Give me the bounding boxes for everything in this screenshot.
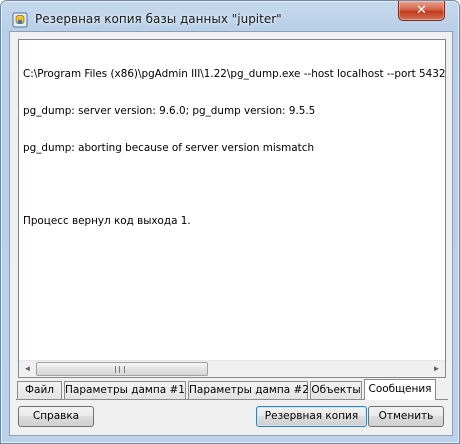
close-button[interactable]: ✕ <box>398 1 445 21</box>
grip-icon <box>115 366 125 373</box>
log-line: Процесс вернул код выхода 1. <box>23 214 191 227</box>
tab-objects[interactable]: Объекты <box>310 381 362 399</box>
tab-strip: Файл Параметры дампа #1 Параметры дампа … <box>16 379 448 401</box>
backup-dialog: Резервная копия базы данных "jupiter" ✕ … <box>0 0 460 444</box>
messages-log[interactable]: C:\Program Files (x86)\pgAdmin III\1.22\… <box>18 39 446 378</box>
window-title: Резервная копия базы данных "jupiter" <box>35 12 282 26</box>
scrollbar-thumb[interactable] <box>36 362 208 376</box>
scroll-right-icon[interactable]: ► <box>428 361 445 377</box>
close-icon: ✕ <box>416 3 427 18</box>
horizontal-scrollbar[interactable]: ◄ ► <box>19 360 445 377</box>
tab-dump-options-2[interactable]: Параметры дампа #2 <box>188 381 309 399</box>
backup-button[interactable]: Резервная копия <box>256 406 367 427</box>
tab-file[interactable]: Файл <box>17 381 62 399</box>
log-line: pg_dump: aborting because of server vers… <box>23 141 315 154</box>
scroll-left-icon[interactable]: ◄ <box>19 361 36 377</box>
tab-dump-options-1[interactable]: Параметры дампа #1 <box>64 381 186 399</box>
title-bar[interactable]: Резервная копия базы данных "jupiter" ✕ <box>1 1 459 35</box>
database-backup-icon <box>12 12 28 28</box>
log-line: pg_dump: server version: 9.6.0; pg_dump … <box>23 105 316 118</box>
cancel-button[interactable]: Отменить <box>368 406 444 427</box>
tab-messages[interactable]: Сообщения <box>364 379 436 400</box>
help-button[interactable]: Справка <box>18 406 94 427</box>
dialog-client-area: C:\Program Files (x86)\pgAdmin III\1.22\… <box>9 31 453 436</box>
log-line: C:\Program Files (x86)\pgAdmin III\1.22\… <box>23 68 445 81</box>
messages-log-content: C:\Program Files (x86)\pgAdmin III\1.22\… <box>23 44 445 360</box>
